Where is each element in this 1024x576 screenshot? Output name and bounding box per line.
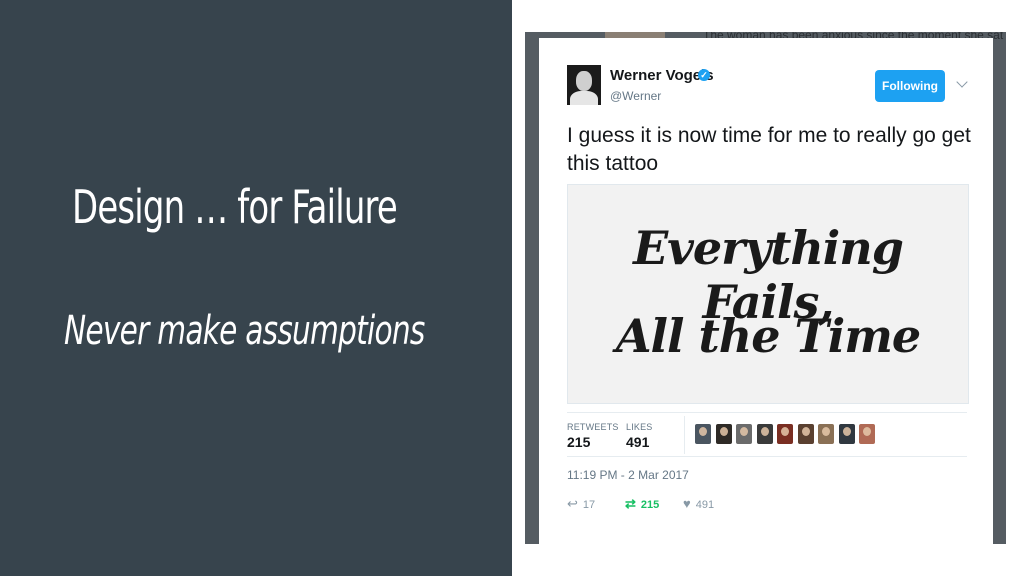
liker-avatar[interactable] (736, 424, 752, 444)
like-count: 491 (695, 499, 715, 511)
liker-avatar[interactable] (859, 424, 875, 444)
tweet-timestamp[interactable]: 11:19 PM - 2 Mar 2017 (567, 468, 689, 482)
author-handle[interactable]: @Werner (610, 89, 661, 103)
slide-text-panel: Design … for Failure Never make assumpti… (0, 0, 512, 576)
reply-button[interactable]: ↩ 17 (567, 496, 595, 512)
liker-avatar[interactable] (839, 424, 855, 444)
liker-avatar[interactable] (818, 424, 834, 444)
avatar[interactable] (567, 65, 601, 105)
heart-icon: ♥ (683, 496, 691, 511)
retweet-button[interactable]: ⇄ 215 (625, 496, 659, 512)
stats-divider-top (567, 412, 967, 413)
retweet-icon: ⇄ (625, 496, 636, 511)
verified-badge-icon: ✓ (698, 69, 710, 81)
liker-avatar[interactable] (798, 424, 814, 444)
following-button[interactable]: Following (875, 70, 945, 102)
reply-icon: ↩ (567, 496, 578, 511)
chevron-down-icon[interactable] (956, 76, 968, 88)
tweet-media-image[interactable]: Everything Fails, All the Time (567, 184, 969, 404)
stats-divider-bottom (567, 456, 967, 457)
likes-label: LIKES (626, 422, 653, 432)
like-button[interactable]: ♥ 491 (683, 496, 714, 511)
slide-title: Design … for Failure (72, 180, 398, 234)
tweet-text: I guess it is now time for me to really … (567, 124, 971, 175)
liker-avatar[interactable] (777, 424, 793, 444)
slide-subtitle: Never make assumptions (64, 308, 425, 354)
stats-separator (684, 416, 685, 454)
media-text-line2: All the Time (615, 309, 921, 363)
reply-count: 17 (582, 499, 596, 511)
tweet-card: Werner Vogels ✓ @Werner Following I gues… (539, 38, 993, 544)
retweets-label: RETWEETS (567, 422, 619, 432)
liker-avatar[interactable] (716, 424, 732, 444)
tweet-screenshot: The woman has been anxious since the mom… (525, 32, 1006, 544)
likes-count[interactable]: 491 (626, 434, 649, 450)
liker-avatar[interactable] (695, 424, 711, 444)
retweets-count[interactable]: 215 (567, 434, 590, 450)
retweet-count: 215 (640, 499, 660, 511)
liker-avatar[interactable] (757, 424, 773, 444)
